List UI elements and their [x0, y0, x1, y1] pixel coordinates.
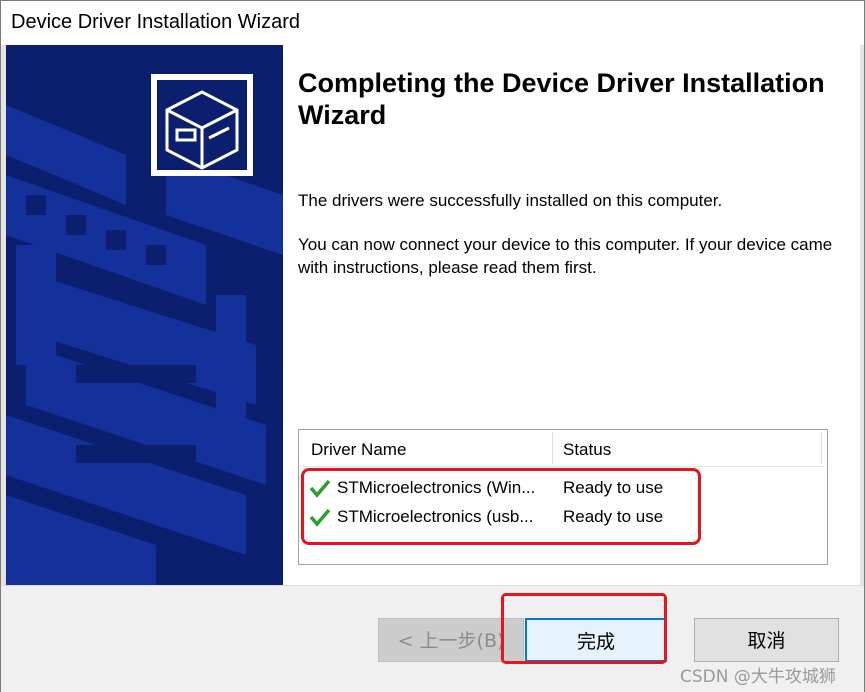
instructions-message: You can now connect your device to this … [298, 235, 833, 277]
annotation-highlight-finish [501, 593, 667, 664]
cancel-button[interactable]: 取消 [694, 618, 839, 662]
annotation-highlight-driver-rows [301, 468, 701, 545]
background-window-strip-right [860, 45, 864, 585]
column-header-driver-name[interactable]: Driver Name [311, 440, 406, 460]
title-bar[interactable]: Device Driver Installation Wizard [1, 1, 864, 45]
column-header-status[interactable]: Status [563, 440, 611, 460]
drive-bay-icon [165, 90, 239, 170]
success-message: The drivers were successfully installed … [298, 191, 723, 210]
page-heading: Completing the Device Driver Installatio… [298, 68, 825, 130]
wizard-sidebar-banner [6, 45, 283, 585]
window-title: Device Driver Installation Wizard [11, 11, 300, 33]
column-divider[interactable] [552, 432, 553, 464]
column-divider-end[interactable] [821, 432, 822, 464]
wizard-window: Device Driver Installation Wizard Comple… [0, 0, 865, 692]
driver-list-header: Driver Name Status [299, 430, 825, 467]
wizard-hardware-icon [151, 74, 253, 176]
watermark: CSDN @大牛攻城狮 [680, 667, 836, 687]
